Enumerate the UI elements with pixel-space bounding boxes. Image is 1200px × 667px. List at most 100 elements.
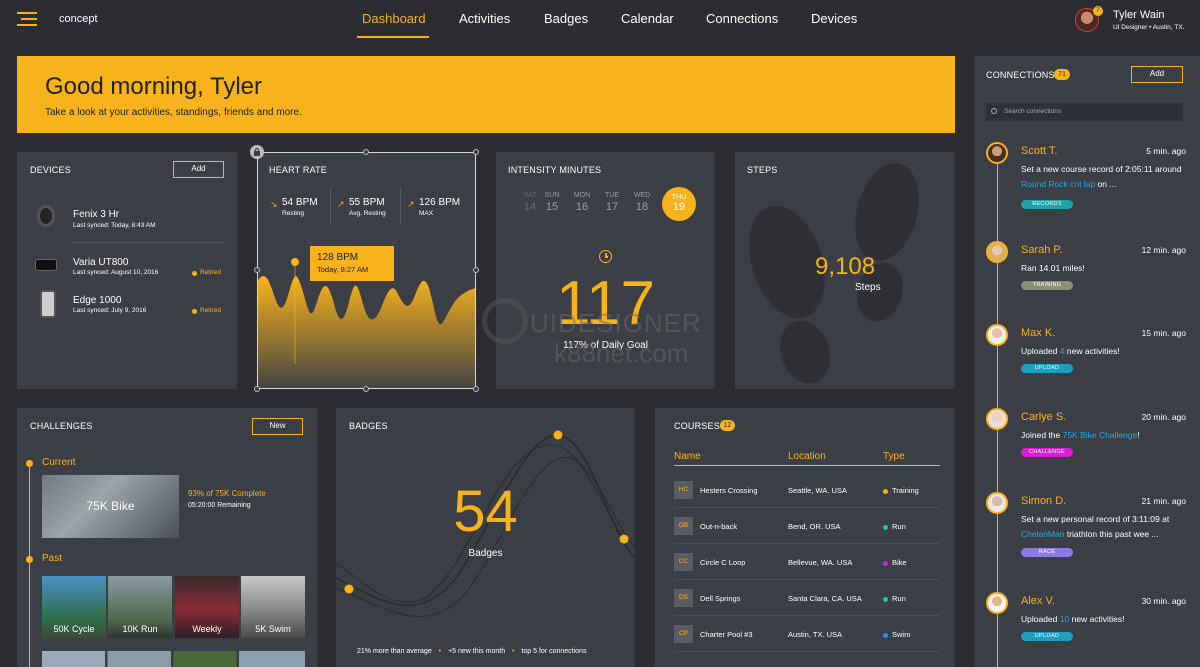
connection-name[interactable]: Carlye S. <box>1021 411 1066 423</box>
activity-badge: RECORDS <box>1021 200 1073 209</box>
table-row[interactable]: CC Circle C Loop Bellevue, WA. USA Bike <box>674 544 940 580</box>
connection-item[interactable]: Carlye S. 20 min. ago Joined the 75K Bik… <box>974 408 1200 488</box>
past-challenge[interactable]: 10K Run <box>108 576 172 638</box>
device-row[interactable]: Varia UT800 Last synced: August 10, 2016… <box>17 248 237 284</box>
day-num: 14 <box>523 201 537 213</box>
connection-name[interactable]: Scott T. <box>1021 145 1057 157</box>
avatar[interactable] <box>986 492 1008 514</box>
current-challenge-image[interactable]: 75K Bike <box>42 475 179 538</box>
search-input[interactable]: Search connections <box>1004 108 1061 115</box>
day-dow: TUE <box>605 192 619 199</box>
past-challenge[interactable]: 5K Swim <box>241 576 305 638</box>
connection-item[interactable]: Alex V. 30 min. ago Uploaded 10 new acti… <box>974 592 1200 667</box>
connection-text-part: Set a new course record of 2:05:11 aroun… <box>1021 164 1182 174</box>
table-row[interactable]: CP Charter Pool #3 Austin, TX. USA Swim <box>674 616 940 652</box>
device-status: Retired <box>200 307 221 314</box>
resize-handle[interactable] <box>254 267 260 273</box>
badges-card: BADGES 54 Badges 21% more than average •… <box>336 408 635 667</box>
badges-footer: 21% more than average • +5 new this mont… <box>357 648 586 655</box>
nav-connections[interactable]: Connections <box>706 11 778 26</box>
devices-card: DEVICES Add Fenix 3 Hr Last synced: Toda… <box>17 152 237 389</box>
day-item[interactable]: TUE 17 <box>600 192 624 213</box>
device-row[interactable]: Fenix 3 Hr Last synced: Today, 8:43 AM <box>17 198 237 238</box>
table-row[interactable]: OB Out-n-back Bend, OR. USA Run <box>674 508 940 544</box>
connection-text-part: triathlon this past wee ... <box>1064 529 1159 539</box>
day-item[interactable]: SAT 14 <box>518 192 542 213</box>
resize-handle[interactable] <box>473 386 479 392</box>
nav-calendar[interactable]: Calendar <box>621 11 674 26</box>
resize-handle[interactable] <box>473 149 479 155</box>
day-item[interactable]: MON 16 <box>570 192 594 213</box>
avatar[interactable] <box>986 592 1008 614</box>
past-challenge[interactable]: Weekly <box>175 576 239 638</box>
intensity-caption: 117% of Daily Goal <box>563 340 648 351</box>
resize-handle[interactable] <box>363 386 369 392</box>
activity-badge: UPLOAD <box>1021 364 1073 373</box>
column-header-type[interactable]: Type <box>883 451 905 462</box>
connection-link[interactable]: 10 <box>1060 614 1069 624</box>
avatar[interactable] <box>986 142 1008 164</box>
device-row[interactable]: Edge 1000 Last synced: July 9, 2016 Reti… <box>17 286 237 322</box>
day-dow: SAT <box>523 192 537 199</box>
search-box[interactable]: Search connections <box>986 103 1183 121</box>
add-connection-button[interactable]: Add <box>1131 66 1183 83</box>
connection-time: 15 min. ago <box>1141 328 1186 338</box>
connection-item[interactable]: Sarah P. 12 min. ago Ran 14.01 miles! TR… <box>974 241 1200 321</box>
resize-handle[interactable] <box>363 149 369 155</box>
avatar[interactable] <box>986 241 1008 263</box>
connection-link[interactable]: Round Rock crit lap <box>1021 179 1095 189</box>
menu-icon[interactable] <box>17 12 37 26</box>
connections-panel: CONNECTIONS 71 Add Search connections Sc… <box>974 56 1200 667</box>
course-type: Bike <box>892 558 907 567</box>
new-challenge-button[interactable]: New <box>252 418 303 435</box>
connection-name[interactable]: Simon D. <box>1021 495 1066 507</box>
connection-item[interactable]: Max K. 15 min. ago Uploaded 4 new activi… <box>974 324 1200 404</box>
device-synced: Last synced: July 9, 2016 <box>73 307 147 314</box>
connection-name[interactable]: Sarah P. <box>1021 244 1062 256</box>
column-header-location[interactable]: Location <box>788 451 826 462</box>
notification-badge[interactable]: 7 <box>1093 6 1103 16</box>
course-type-cell: Bike <box>883 558 907 567</box>
column-header-name[interactable]: Name <box>674 451 701 462</box>
resize-handle[interactable] <box>254 386 260 392</box>
nav-devices[interactable]: Devices <box>811 11 857 26</box>
connection-item[interactable]: Scott T. 5 min. ago Set a new course rec… <box>974 142 1200 222</box>
current-remaining: 05:20:00 Remaining <box>188 502 251 509</box>
course-name: Charter Pool #3 <box>700 630 753 639</box>
heart-rate-card: HEART RATE ↘ 54 BPM Resting ↗ 55 BPM Avg… <box>250 145 479 392</box>
day-item[interactable]: SUN 15 <box>540 192 564 213</box>
connection-link[interactable]: 75K Bike Challenge <box>1063 430 1138 440</box>
course-name: Circle C Loop <box>700 558 746 567</box>
connection-time: 20 min. ago <box>1141 412 1186 422</box>
intensity-value: 117 <box>556 269 655 338</box>
resize-handle[interactable] <box>473 267 479 273</box>
user-name: Tyler Wain <box>1113 9 1165 21</box>
type-dot-icon <box>883 524 888 530</box>
connection-text-part: Uploaded <box>1021 614 1060 624</box>
day-item[interactable]: WED 18 <box>630 192 654 213</box>
connection-item[interactable]: Simon D. 21 min. ago Set a new personal … <box>974 492 1200 572</box>
nav-activities[interactable]: Activities <box>459 11 510 26</box>
day-num: 16 <box>575 201 589 213</box>
device-status: Retired <box>200 269 221 276</box>
type-dot-icon <box>883 560 888 566</box>
connection-link[interactable]: ChelanMan <box>1021 529 1064 539</box>
table-row[interactable]: DS Dell Springs Santa Clara, CA. USA Run <box>674 580 940 616</box>
nav-badges[interactable]: Badges <box>544 11 588 26</box>
connection-name[interactable]: Alex V. <box>1021 595 1055 607</box>
day-item-selected[interactable]: THU 19 <box>662 187 696 221</box>
connection-time: 5 min. ago <box>1146 146 1186 156</box>
challenges-title: CHALLENGES <box>30 421 93 431</box>
connection-name[interactable]: Max K. <box>1021 327 1055 339</box>
avatar[interactable] <box>986 408 1008 430</box>
avatar[interactable] <box>986 324 1008 346</box>
selection-frame[interactable] <box>257 152 476 389</box>
badges-footer-item: 21% more than average <box>357 648 432 655</box>
past-challenge[interactable]: 50K Cycle <box>42 576 106 638</box>
lock-icon[interactable] <box>250 145 264 159</box>
device-name: Varia UT800 <box>73 257 129 268</box>
nav-dashboard[interactable]: Dashboard <box>362 11 426 26</box>
add-device-button[interactable]: Add <box>173 161 224 178</box>
table-row[interactable]: HC Hesters Crossing Seattle, WA. USA Tra… <box>674 472 940 508</box>
divider <box>73 242 224 243</box>
